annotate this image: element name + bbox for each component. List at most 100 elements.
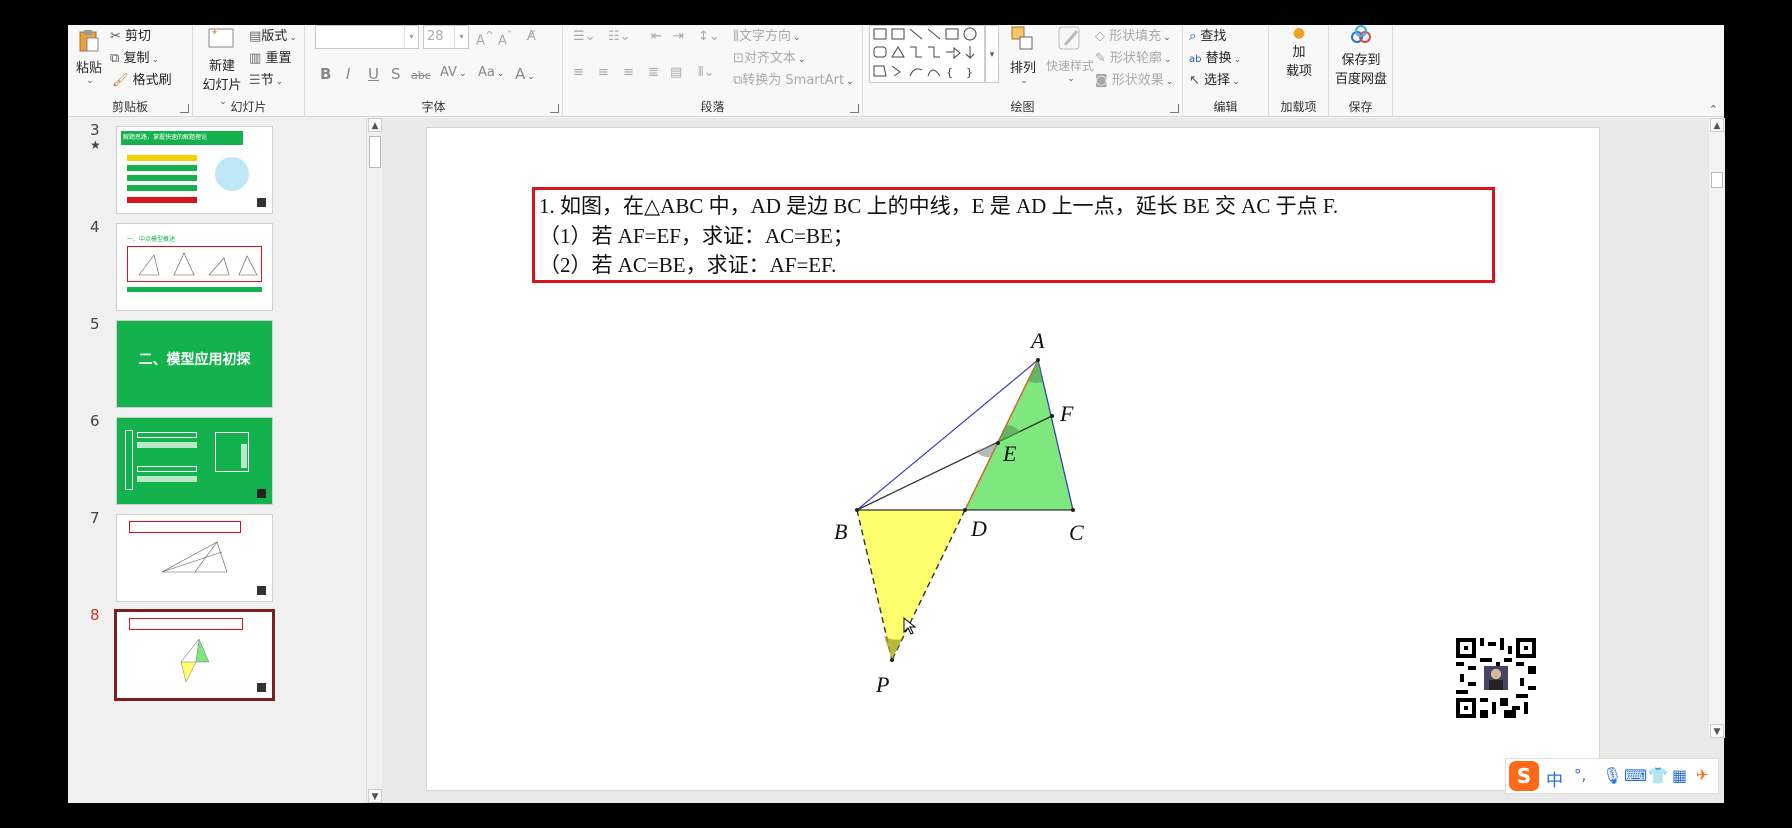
slide-thumbnail-6[interactable]	[116, 417, 273, 505]
dialog-launcher-icon[interactable]	[1170, 104, 1179, 113]
copy-button[interactable]: ⧉ 复制 ⌄	[110, 47, 159, 66]
clipboard-group: 粘贴 ⌄ ✂ 剪切 ⧉ 复制 ⌄ 🖌 格式刷 剪贴板	[68, 25, 193, 117]
svg-text:}: }	[966, 66, 973, 79]
columns-button[interactable]: ⫴⌄	[698, 65, 714, 80]
new-slide-button[interactable]: ✦ 新建 幻灯片⌄	[199, 25, 245, 108]
smartart-icon: ⧉	[733, 73, 743, 88]
shrink-font-button[interactable]: Aˇ	[498, 29, 512, 48]
shapes-gallery[interactable]: {}	[869, 25, 985, 83]
save-to-baidu-button[interactable]: 保存到 百度网盘	[1329, 25, 1393, 87]
change-case-button[interactable]: Aa ⌄	[478, 65, 504, 80]
toolbox-icon[interactable]: ▦	[1672, 766, 1687, 785]
ime-toolbar[interactable]: S 中 °, 🎙 ⌨ 👕 ▦ ✈	[1505, 758, 1719, 794]
scrollbar-thumb[interactable]	[1711, 172, 1723, 188]
reset-button[interactable]: ▥ 重置	[249, 47, 291, 66]
clear-format-icon[interactable]: A̸	[527, 29, 536, 44]
problem-part-1: （1）若 AF=EF，求证：AC=BE；	[539, 224, 854, 248]
label-E: E	[1002, 441, 1017, 466]
ime-punctuation-toggle[interactable]: °,	[1574, 766, 1586, 784]
align-text-button[interactable]: ⊡对齐文本 ⌄	[733, 47, 805, 66]
section-button[interactable]: ☰节 ⌄	[249, 69, 283, 88]
smartart-button[interactable]: ⧉转换为 SmartArt ⌄	[733, 69, 854, 88]
scroll-down-icon[interactable]: ▼	[368, 789, 382, 803]
shadow-button[interactable]: S	[391, 65, 401, 83]
dialog-launcher-icon[interactable]	[180, 104, 189, 113]
scroll-up-icon[interactable]: ▲	[1710, 118, 1724, 132]
addins-group: ● 加 载项 加载项	[1269, 25, 1329, 117]
chevron-down-icon: ⌄	[289, 33, 297, 43]
quick-styles-icon	[1058, 26, 1080, 50]
problem-textbox[interactable]: 1. 如图，在△ABC 中，AD 是边 BC 上的中线，E 是 AD 上一点，延…	[532, 187, 1495, 283]
slide-number: 4	[90, 218, 100, 236]
brain-illustration-icon	[215, 157, 249, 191]
shape-outline-button[interactable]: ✎ 形状轮廓 ⌄	[1095, 47, 1172, 66]
quick-styles-button[interactable]: 快速样式 ⌄	[1043, 25, 1097, 84]
addins-button[interactable]: ● 加 载项	[1269, 25, 1329, 79]
save-label: 保存	[1348, 100, 1373, 114]
slide-thumbnail-8[interactable]	[114, 609, 275, 701]
skin-icon[interactable]: 👕	[1648, 766, 1668, 785]
distributed-button[interactable]: ▤	[670, 65, 682, 80]
paste-button[interactable]: 粘贴 ⌄	[74, 29, 104, 89]
replace-button[interactable]: ab 替换 ⌄	[1189, 47, 1241, 66]
scroll-down-icon[interactable]: ▼	[1710, 724, 1724, 738]
strikethrough-button[interactable]: abc	[411, 69, 431, 82]
dialog-launcher-icon[interactable]	[850, 104, 859, 113]
microphone-icon[interactable]: 🎙	[1602, 766, 1622, 785]
align-center-button[interactable]: ≡	[598, 65, 609, 80]
layout-button[interactable]: ▤版式 ⌄	[249, 25, 297, 44]
line-spacing-button[interactable]: ↕⌄	[698, 29, 720, 44]
text-direction-button[interactable]: ⫼文字方向 ⌄	[733, 25, 801, 44]
justify-button[interactable]: ≣	[648, 65, 659, 80]
slide-thumbnail-7[interactable]	[116, 514, 273, 602]
decrease-indent-button[interactable]: ⇤	[651, 29, 662, 44]
font-name-combo[interactable]: ▾	[315, 25, 419, 49]
clipboard-label: 剪贴板	[111, 100, 148, 114]
format-painter-button[interactable]: 🖌 格式刷	[112, 69, 172, 88]
chevron-down-icon: ⌄	[275, 77, 284, 87]
char-spacing-button[interactable]: AV ⌄	[440, 65, 467, 80]
align-left-button[interactable]: ≡	[573, 65, 584, 80]
slide-number: 7	[90, 509, 100, 527]
font-color-button[interactable]: A ⌄	[515, 65, 535, 83]
point-D	[963, 508, 967, 512]
paragraph-group: ☰⌄ ☷⌄ ⇤ ⇥ ↕⌄ ⫼文字方向 ⌄ ⊡对齐文本 ⌄ ⧉转换为 SmartArt…	[563, 25, 863, 117]
increase-indent-button[interactable]: ⇥	[673, 29, 684, 44]
dialog-launcher-icon[interactable]	[550, 104, 559, 113]
slide-thumbnail-3[interactable]: 解题思路，掌握快速的解题理论	[116, 126, 273, 214]
keyboard-icon[interactable]: ⌨	[1624, 766, 1647, 785]
sogou-logo-icon[interactable]: S	[1509, 761, 1539, 791]
slide-thumbnail-4[interactable]: 一、中点模型概述	[116, 223, 273, 311]
italic-button[interactable]: I	[346, 65, 350, 83]
ime-language-toggle[interactable]: 中	[1546, 766, 1563, 791]
ime-extra-icon[interactable]: ✈	[1696, 766, 1709, 784]
bold-button[interactable]: B	[320, 65, 331, 83]
thumbnail-scrollbar[interactable]: ▲ ▼	[366, 118, 382, 803]
shape-fill-button[interactable]: ◇ 形状填充 ⌄	[1095, 25, 1171, 44]
bullets-button[interactable]: ☰⌄	[573, 29, 596, 44]
numbering-button[interactable]: ☷⌄	[608, 29, 631, 44]
arrange-button[interactable]: 排列 ⌄	[1005, 25, 1041, 86]
grow-font-button[interactable]: A^	[476, 29, 494, 48]
scroll-up-icon[interactable]: ▲	[368, 118, 382, 132]
slide-scrollbar[interactable]: ▲ ▼	[1709, 118, 1725, 738]
find-button[interactable]: ⌕ 查找	[1189, 25, 1226, 44]
scissors-icon: ✂	[110, 29, 121, 44]
underline-button[interactable]: U	[368, 65, 379, 83]
align-right-button[interactable]: ≡	[623, 65, 634, 80]
animation-star-icon: ★	[90, 138, 101, 152]
cloud-icon	[1351, 25, 1371, 43]
geometry-figure[interactable]: A B C D E F P	[810, 320, 1130, 697]
font-size-combo[interactable]: 28 ▾	[423, 25, 469, 49]
slide-thumbnail-5[interactable]: 二、模型应用初探	[116, 320, 273, 408]
shapes-more-button[interactable]: ▾	[985, 25, 999, 83]
triangle-ADC-fill	[964, 358, 1074, 511]
shapes-icon: {}	[873, 27, 977, 79]
cut-button[interactable]: ✂ 剪切	[110, 25, 151, 44]
scrollbar-thumb[interactable]	[369, 136, 381, 168]
select-button[interactable]: ↖ 选择 ⌄	[1189, 69, 1240, 88]
chevron-down-icon: ⌄	[1067, 74, 1075, 84]
qr-code-icon	[257, 489, 266, 498]
collapse-ribbon-icon[interactable]: ⌃	[1709, 103, 1718, 116]
shape-effects-button[interactable]: ◙ 形状效果 ⌄	[1095, 69, 1173, 88]
